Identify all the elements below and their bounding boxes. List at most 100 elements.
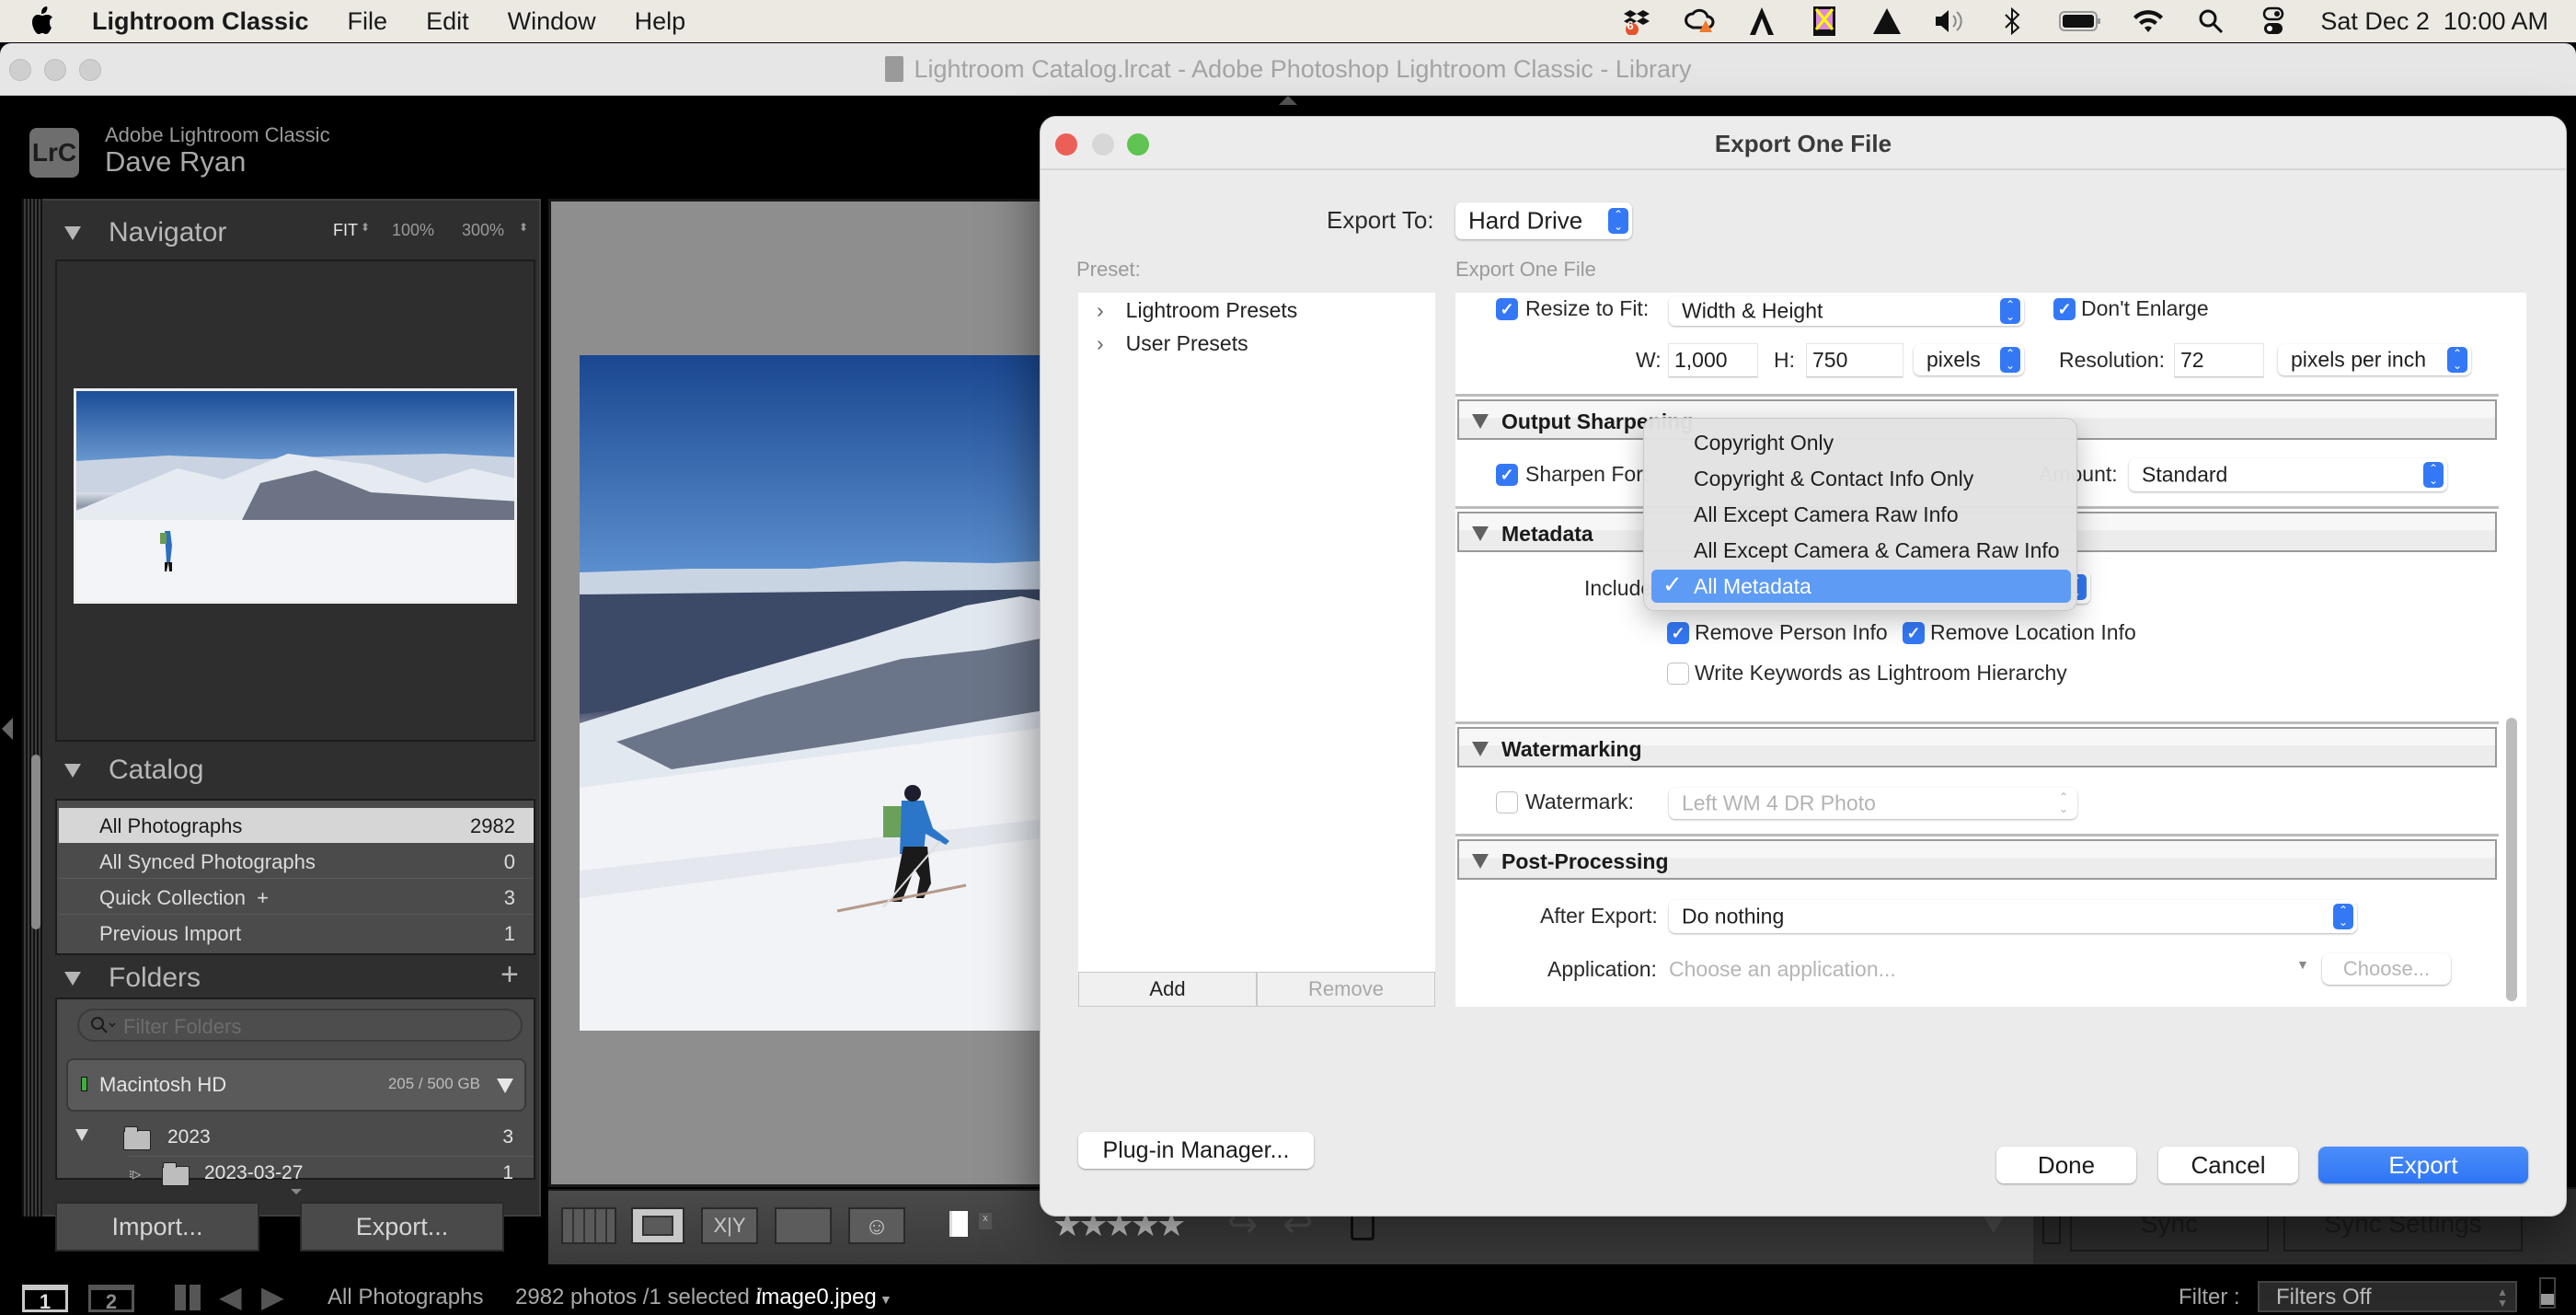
done-button[interactable]: Done <box>1996 1147 2136 1183</box>
filename-label[interactable]: image0.jpeg <box>756 1285 877 1310</box>
compare-view-icon[interactable]: X|Y <box>701 1207 758 1244</box>
remove-preset-button[interactable]: Remove <box>1257 972 1435 1007</box>
remove-location-info-checkbox[interactable]: ✓ <box>1903 622 1925 644</box>
application-input[interactable]: Choose an application... <box>1669 957 1896 982</box>
size-unit-dropdown[interactable]: pixels ⌃ ⌄ <box>1914 344 2024 375</box>
creative-cloud-icon[interactable] <box>1684 6 1715 37</box>
wifi-icon[interactable] <box>2133 6 2164 37</box>
filename-dropdown-icon[interactable]: ▼ <box>880 1292 892 1307</box>
volume-expand-icon[interactable] <box>497 1079 513 1093</box>
resize-mode-dropdown[interactable]: Width & Height ⌃ ⌄ <box>1669 296 2024 326</box>
resolution-unit-dropdown[interactable]: pixels per inch ⌃ ⌄ <box>2278 344 2471 375</box>
width-input[interactable]: 1,000 <box>1669 344 1757 377</box>
left-panel-collapse-icon[interactable] <box>2 718 13 740</box>
dont-enlarge-checkbox[interactable]: ✓ <box>2053 298 2076 320</box>
menu-option-all-except-camera-and-raw[interactable]: All Except Camera & Camera Raw Info <box>1651 534 2071 567</box>
watermark-dropdown[interactable]: Left WM 4 DR Photo ⌃ ⌄ <box>1669 788 2077 819</box>
watermark-checkbox[interactable] <box>1496 791 1518 813</box>
survey-view-icon[interactable] <box>775 1207 832 1244</box>
catalog-row-all-synced[interactable]: All Synced Photographs 0 <box>59 844 534 879</box>
export-confirm-button[interactable]: Export <box>2318 1147 2528 1183</box>
post-processing-header[interactable]: Post-Processing <box>1457 839 2497 880</box>
sharpen-amount-dropdown[interactable]: Standard ⌃ ⌄ <box>2129 458 2447 491</box>
secondary-window-button[interactable]: 2 <box>88 1285 134 1313</box>
write-keywords-hierarchy-checkbox[interactable] <box>1667 663 1689 685</box>
menu-option-copyright-contact[interactable]: Copyright & Contact Info Only <box>1651 462 2071 495</box>
main-window-button[interactable]: 1 <box>22 1285 68 1313</box>
nikon-icon[interactable] <box>1809 6 1840 37</box>
main-photo[interactable] <box>580 355 1076 1031</box>
menu-option-copyright-only[interactable]: Copyright Only <box>1651 426 2071 459</box>
cancel-button[interactable]: Cancel <box>2158 1147 2298 1183</box>
disclosure-chevron-icon[interactable]: › <box>1097 298 1104 322</box>
catalog-row-previous-import[interactable]: Previous Import 1 <box>59 916 534 951</box>
top-panel-toggle-icon[interactable] <box>1279 96 1297 105</box>
zoom-custom-stepper-icon[interactable]: ⬍ <box>519 221 528 234</box>
folders-header[interactable]: Folders <box>64 963 201 994</box>
dialog-close-button[interactable] <box>1055 133 1077 156</box>
toolbar-content-menu-icon[interactable] <box>1984 1217 2004 1233</box>
application-dropdown-icon[interactable]: ▼ <box>2296 957 2309 972</box>
resize-to-fit-checkbox[interactable]: ✓ <box>1496 298 1518 320</box>
left-panel-grip[interactable] <box>22 199 42 1217</box>
google-drive-icon[interactable] <box>1871 6 1903 37</box>
after-export-dropdown[interactable]: Do nothing ⌃ ⌄ <box>1669 900 2357 933</box>
folder-expand-icon[interactable] <box>75 1129 88 1141</box>
spotlight-search-icon[interactable] <box>2195 6 2226 37</box>
menu-window[interactable]: Window <box>508 7 596 36</box>
loupe-view-icon[interactable] <box>631 1207 684 1244</box>
volume-macintosh-hd[interactable]: Macintosh HD 205 / 500 GB <box>66 1058 526 1112</box>
preset-group-user[interactable]: › User Presets <box>1097 331 1248 356</box>
bluetooth-icon[interactable] <box>1996 6 2028 37</box>
catalog-row-all-photographs[interactable]: All Photographs 2982 <box>59 808 534 843</box>
filter-dropdown[interactable]: Filters Off ▲ ▼ <box>2258 1281 2517 1312</box>
menu-edit[interactable]: Edit <box>426 7 469 36</box>
left-panel-scrollbar[interactable] <box>31 755 40 929</box>
filter-lock-toggle[interactable] <box>2539 1277 2556 1309</box>
disclosure-chevron-icon[interactable]: › <box>1097 331 1104 355</box>
menu-option-all-metadata[interactable]: ✓ All Metadata <box>1651 570 2071 603</box>
menubar-clock[interactable]: Sat Dec 2 10:00 AM <box>2320 7 2548 36</box>
height-input[interactable]: 750 <box>1807 344 1903 377</box>
dialog-zoom-button[interactable] <box>1127 133 1149 156</box>
add-preset-button[interactable]: Add <box>1078 972 1257 1007</box>
plugin-manager-button[interactable]: Plug-in Manager... <box>1078 1132 1314 1169</box>
import-button[interactable]: Import... <box>55 1202 259 1252</box>
pick-flag-icon[interactable] <box>949 1211 968 1237</box>
sharpen-for-checkbox[interactable]: ✓ <box>1496 464 1518 486</box>
zoom-100-button[interactable]: 100% <box>392 221 434 240</box>
people-view-icon[interactable]: ☺ <box>848 1207 905 1244</box>
menu-option-all-except-camera-raw[interactable]: All Except Camera Raw Info <box>1651 498 2071 531</box>
navigator-thumbnail[interactable] <box>74 388 517 604</box>
settings-scrollbar[interactable] <box>2506 718 2517 1001</box>
apple-menu-icon[interactable] <box>28 6 55 37</box>
zoom-fit-button[interactable]: FIT <box>333 221 358 240</box>
menu-file[interactable]: File <box>348 7 388 36</box>
source-label[interactable]: All Photographs <box>328 1285 483 1310</box>
watermarking-header[interactable]: Watermarking <box>1457 727 2497 767</box>
filter-folders-input[interactable]: Filter Folders <box>77 1009 523 1042</box>
back-arrow-icon[interactable]: ◀ <box>219 1279 242 1314</box>
navigator-header[interactable]: Navigator <box>64 217 226 248</box>
grid-view-icon[interactable] <box>175 1285 201 1310</box>
folder-row-2023-03-27[interactable]: ⁝▷ 2023-03-27 1 <box>129 1156 534 1193</box>
reject-flag-icon[interactable]: x <box>979 1213 992 1229</box>
preset-group-lightroom[interactable]: › Lightroom Presets <box>1097 298 1297 323</box>
app-menu-lightroom[interactable]: Lightroom Classic <box>92 7 309 36</box>
choose-application-button[interactable]: Choose... <box>2322 953 2451 985</box>
remove-person-info-checkbox[interactable]: ✓ <box>1667 622 1689 644</box>
menu-help[interactable]: Help <box>635 7 686 36</box>
zoom-fit-stepper-icon[interactable]: ⬍ <box>361 221 370 234</box>
battery-icon[interactable] <box>2059 6 2101 37</box>
folder-row-2023[interactable]: 2023 3 <box>57 1119 534 1156</box>
catalog-row-quick-collection[interactable]: Quick Collection +3 <box>59 880 534 915</box>
zoom-300-button[interactable]: 300% <box>462 221 504 240</box>
add-folder-button[interactable]: + <box>500 957 519 993</box>
resolution-input[interactable]: 72 <box>2175 344 2263 377</box>
grid-view-icon[interactable] <box>561 1207 616 1244</box>
export-to-dropdown[interactable]: Hard Drive ⌃ ⌄ <box>1455 202 1632 239</box>
forward-arrow-icon[interactable]: ▶ <box>261 1279 284 1314</box>
catalog-header[interactable]: Catalog <box>64 755 203 786</box>
adobe-acrobat-icon[interactable] <box>1746 6 1777 37</box>
control-center-icon[interactable] <box>2258 6 2289 37</box>
